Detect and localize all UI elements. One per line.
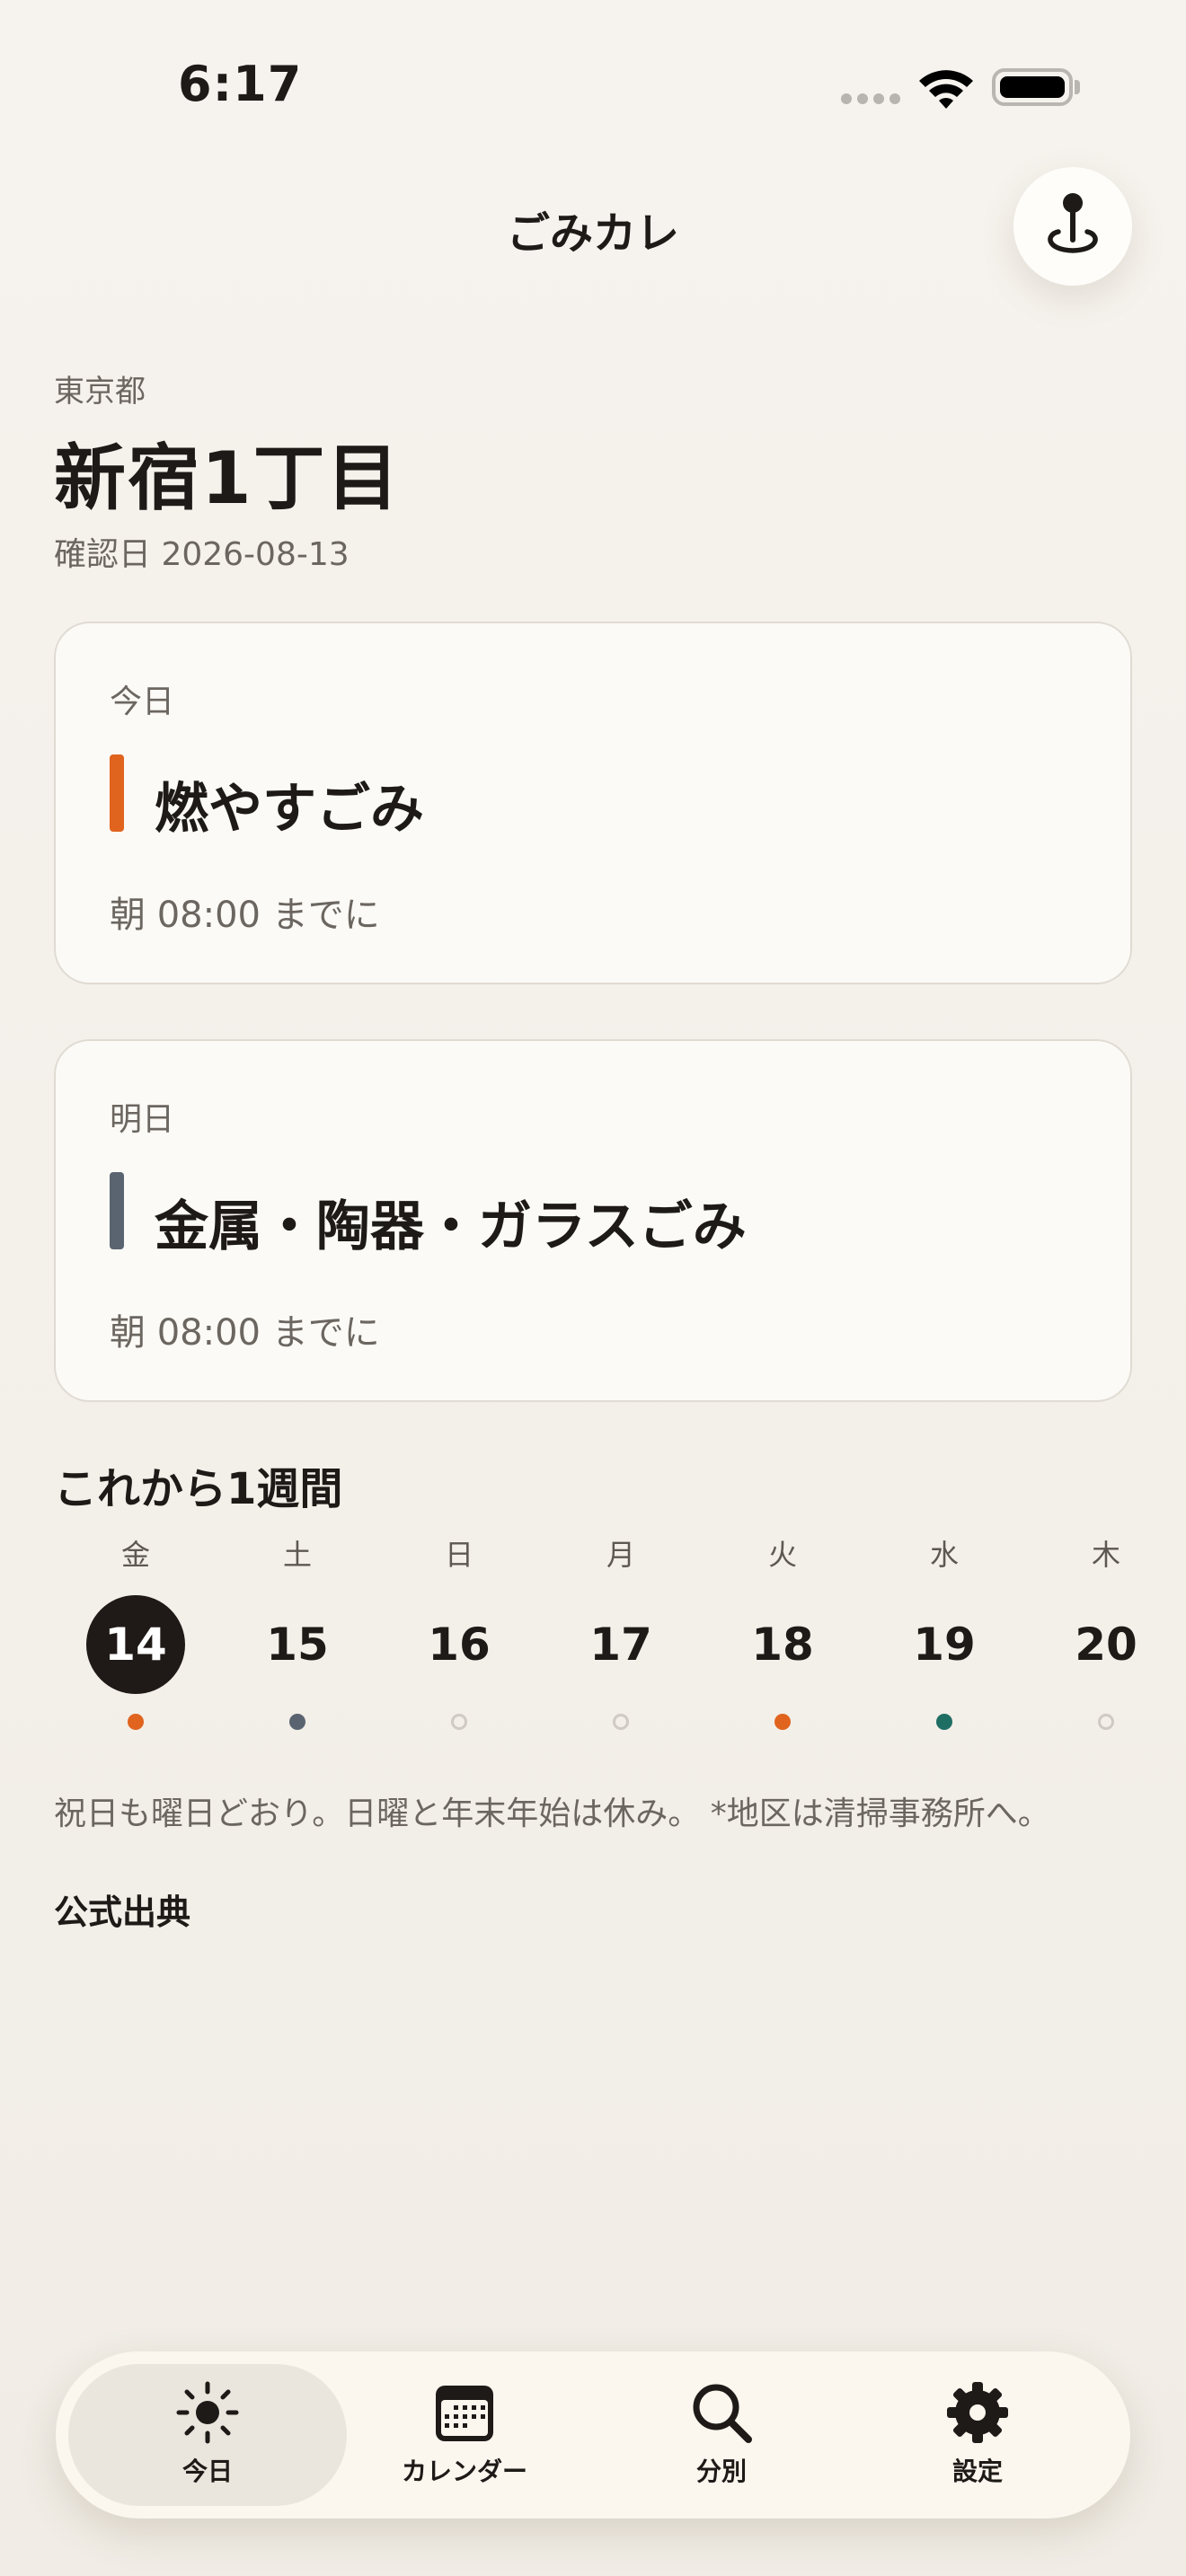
- wifi-icon: [919, 70, 973, 109]
- tab-sort[interactable]: 分別: [614, 2378, 829, 2495]
- day-of-week: 水: [929, 1538, 959, 1572]
- tab-label: カレンダー: [401, 2457, 527, 2486]
- day-number: 17: [589, 1619, 652, 1671]
- collection-time: 朝 08:00 までに: [110, 1312, 380, 1354]
- tab-settings[interactable]: 設定: [870, 2378, 1085, 2495]
- day-number: 18: [751, 1619, 814, 1671]
- tab-label: 今日: [181, 2457, 233, 2486]
- prefecture: 東京都: [54, 374, 146, 410]
- tomorrow-card[interactable]: 明日 金属・陶器・ガラスごみ 朝 08:00 までに: [54, 1039, 1132, 1402]
- collection-dot: [289, 1714, 305, 1730]
- search-icon: [693, 2384, 752, 2443]
- tab-calendar[interactable]: カレンダー: [357, 2378, 572, 2495]
- category-color-bar: [110, 754, 124, 832]
- day-of-week: 日: [444, 1538, 474, 1572]
- day-of-week: 木: [1091, 1538, 1120, 1572]
- collection-dot: [936, 1714, 952, 1730]
- collection-dot: [451, 1714, 467, 1730]
- card-label: 明日: [110, 1101, 175, 1138]
- day-number: 16: [428, 1619, 491, 1671]
- day-number: 19: [913, 1619, 976, 1671]
- confirm-date: 確認日 2026-08-13: [54, 536, 350, 573]
- collection-dot: [128, 1714, 144, 1730]
- calendar-icon: [436, 2386, 493, 2441]
- today-card[interactable]: 今日 燃やすごみ 朝 08:00 までに: [54, 622, 1132, 984]
- day-number: 20: [1075, 1619, 1137, 1671]
- cellular-signal-icon: [841, 93, 900, 104]
- collection-dot: [613, 1714, 629, 1730]
- area-name: 新宿1丁目: [54, 437, 401, 520]
- collection-time: 朝 08:00 までに: [110, 895, 380, 936]
- sun-icon: [176, 2381, 239, 2444]
- garbage-kind: 金属・陶器・ガラスごみ: [155, 1195, 747, 1258]
- map-pin-icon: [1048, 193, 1098, 253]
- status-time: 6:17: [178, 56, 303, 112]
- day-number: 15: [266, 1619, 329, 1671]
- tab-label: 設定: [951, 2457, 1003, 2486]
- gear-icon: [947, 2382, 1008, 2443]
- category-color-bar: [110, 1172, 124, 1249]
- garbage-kind: 燃やすごみ: [155, 778, 424, 841]
- official-sources-link[interactable]: 公式出典: [54, 1884, 190, 1934]
- week-section-title: これから1週間: [54, 1464, 343, 1514]
- battery-icon: [992, 68, 1073, 106]
- location-button[interactable]: [1013, 167, 1132, 286]
- day-number: 14: [86, 1595, 185, 1694]
- day-of-week: 火: [767, 1538, 797, 1572]
- collection-dot: [774, 1714, 791, 1730]
- tab-label: 分別: [695, 2457, 747, 2486]
- day-of-week: 金: [120, 1538, 150, 1572]
- card-label: 今日: [110, 684, 175, 720]
- collection-dot: [1098, 1714, 1114, 1730]
- schedule-note: 祝日も曜日どおり。日曜と年末年始は休み。 *地区は清掃事務所へ。: [54, 1795, 1050, 1832]
- tab-bar: 今日 カレンダー 分別 設定: [56, 2351, 1130, 2519]
- battery-tip: [1075, 80, 1080, 94]
- app-title: ごみカレ: [506, 208, 679, 259]
- day-of-week: 月: [606, 1538, 635, 1572]
- day-of-week: 土: [282, 1538, 312, 1572]
- tab-today[interactable]: 今日: [100, 2378, 315, 2495]
